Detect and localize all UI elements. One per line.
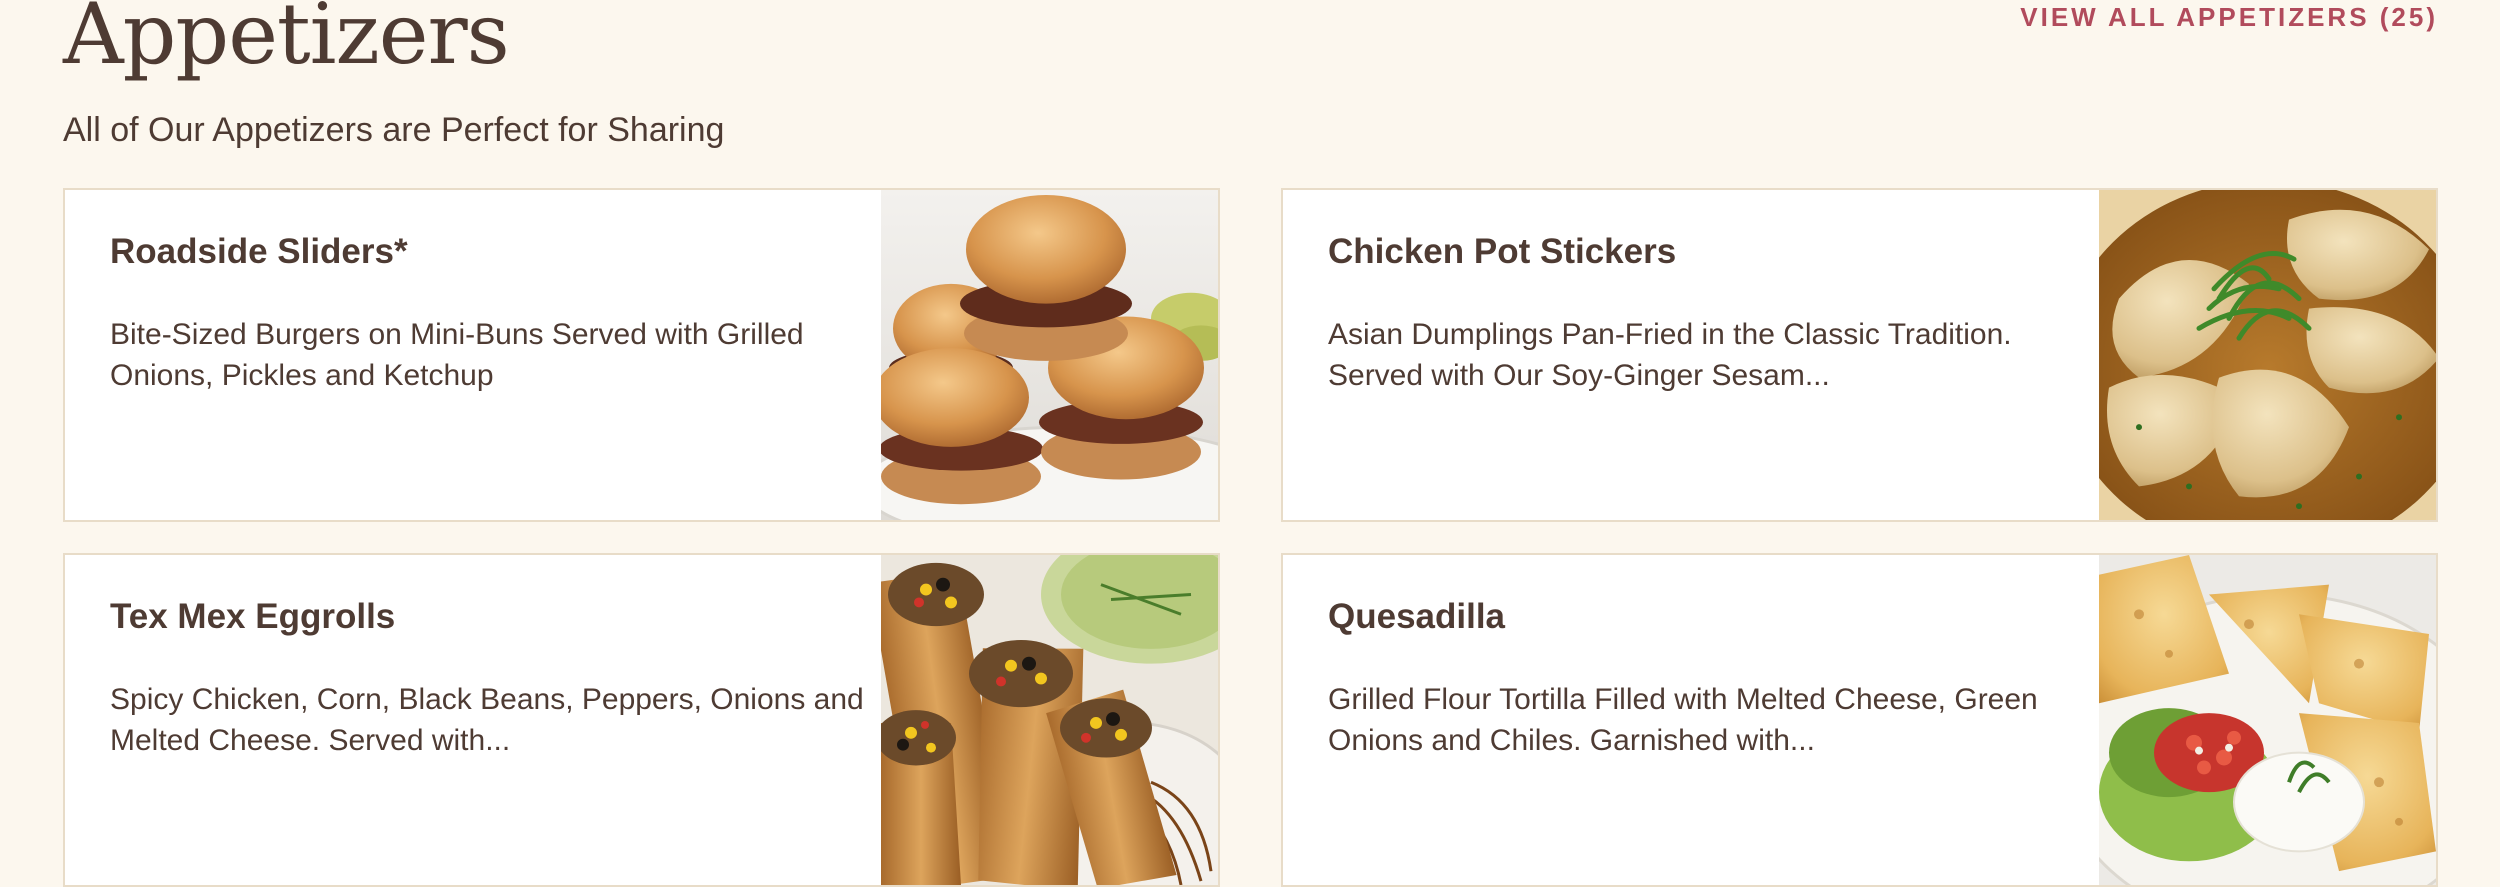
menu-card-text: Chicken Pot Stickers Asian Dumplings Pan…: [1328, 230, 2088, 396]
menu-item-name: Chicken Pot Stickers: [1328, 232, 1677, 271]
menu-item-description: Grilled Flour Tortilla Filled with Melte…: [1328, 683, 2038, 757]
menu-item-description: Bite-Sized Burgers on Mini-Buns Served w…: [110, 318, 804, 392]
section-subtitle: All of Our Appetizers are Perfect for Sh…: [63, 111, 725, 149]
menu-card-text: Tex Mex Eggrolls Spicy Chicken, Corn, Bl…: [110, 595, 870, 761]
section-title: Appetizers: [63, 0, 510, 83]
menu-item-description: Asian Dumplings Pan-Fried in the Classic…: [1328, 318, 2012, 392]
quesadilla-photo: [2099, 555, 2436, 885]
menu-card-text: Quesadilla Grilled Flour Tortilla Filled…: [1328, 595, 2088, 761]
appetizer-grid: Roadside Sliders* Bite-Sized Burgers on …: [63, 188, 2438, 887]
menu-card-quesadilla[interactable]: Quesadilla Grilled Flour Tortilla Filled…: [1281, 553, 2438, 887]
tex-mex-eggrolls-photo: [881, 555, 1218, 885]
menu-item-description: Spicy Chicken, Corn, Black Beans, Pepper…: [110, 683, 864, 757]
menu-item-name: Tex Mex Eggrolls: [110, 597, 396, 636]
menu-item-name: Quesadilla: [1328, 597, 1506, 636]
menu-item-name: Roadside Sliders*: [110, 232, 408, 271]
menu-card-roadside-sliders[interactable]: Roadside Sliders* Bite-Sized Burgers on …: [63, 188, 1220, 522]
menu-card-chicken-pot-stickers[interactable]: Chicken Pot Stickers Asian Dumplings Pan…: [1281, 188, 2438, 522]
appetizers-section: Appetizers VIEW ALL APPETIZERS (25) All …: [63, 0, 2438, 887]
roadside-sliders-photo: [881, 190, 1218, 520]
chicken-pot-stickers-photo: [2099, 190, 2436, 520]
menu-card-text: Roadside Sliders* Bite-Sized Burgers on …: [110, 230, 870, 396]
view-all-appetizers-link[interactable]: VIEW ALL APPETIZERS (25): [2020, 0, 2438, 34]
menu-card-tex-mex-eggrolls[interactable]: Tex Mex Eggrolls Spicy Chicken, Corn, Bl…: [63, 553, 1220, 887]
